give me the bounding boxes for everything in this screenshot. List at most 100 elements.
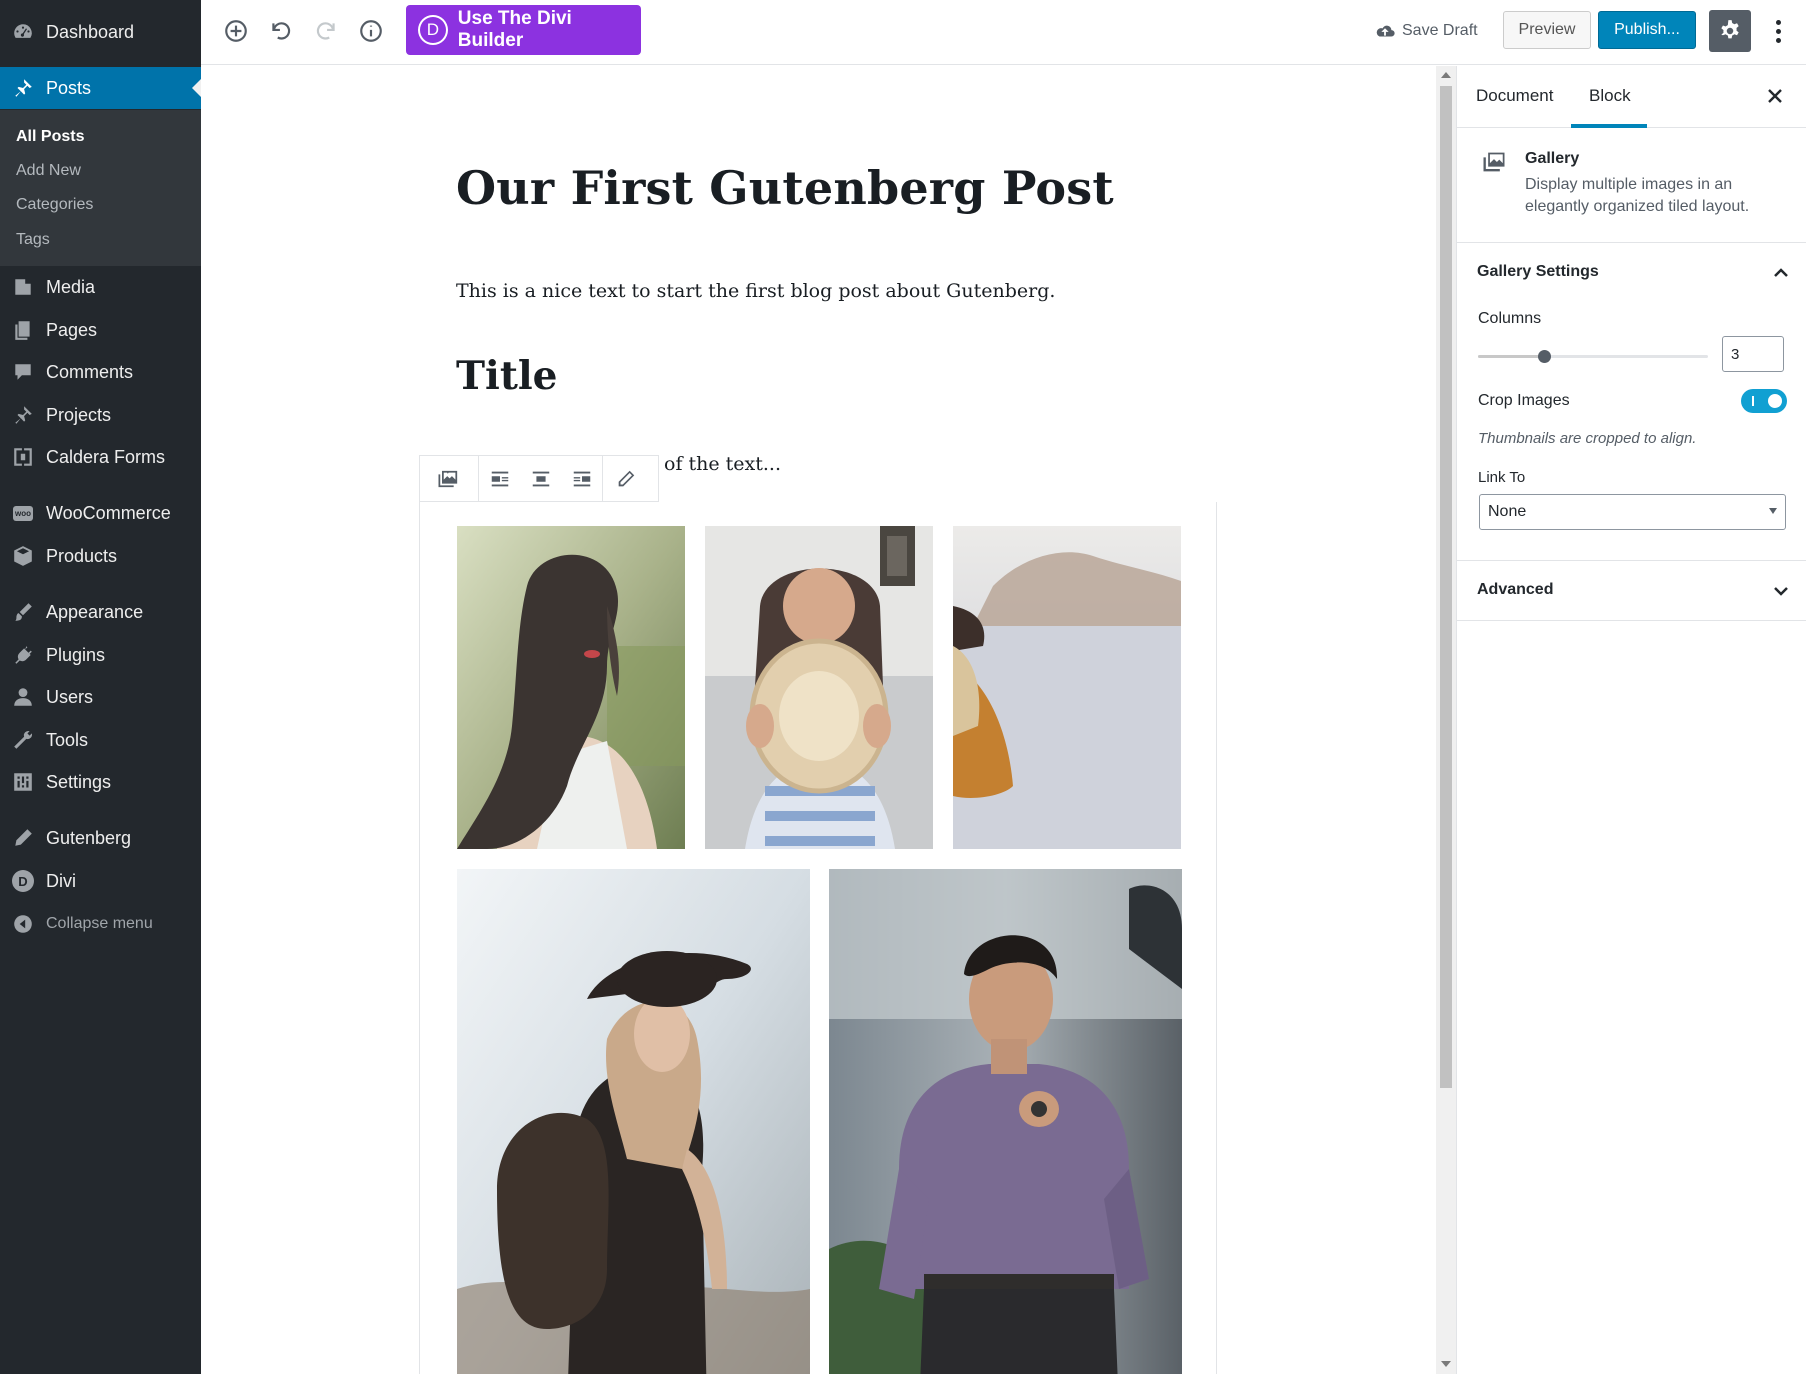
align-left-button[interactable]	[479, 456, 520, 501]
block-toolbar	[419, 455, 659, 502]
more-options-button[interactable]	[1765, 14, 1791, 48]
publish-button[interactable]: Publish...	[1598, 11, 1696, 49]
submenu-add-new[interactable]: Add New	[16, 162, 81, 180]
menu-label: WooCommerce	[46, 502, 171, 523]
close-sidebar-button[interactable]	[1761, 82, 1789, 110]
gallery-image-lake-landscape[interactable]	[953, 526, 1181, 849]
gallery-icon	[1480, 148, 1508, 176]
menu-label: Posts	[46, 77, 92, 98]
heading-block[interactable]: Title	[456, 353, 557, 399]
paragraph-visible-text: of the text...	[664, 453, 782, 475]
submenu-tags[interactable]: Tags	[16, 231, 50, 249]
menu-item-comments[interactable]: Comments	[0, 351, 201, 393]
editor-scrollbar[interactable]	[1436, 66, 1456, 1374]
photo-man-in-shirt	[829, 869, 1182, 1374]
paintbrush-icon	[11, 600, 35, 624]
plug-icon	[11, 643, 35, 667]
collapse-menu-button[interactable]: Collapse menu	[0, 903, 201, 945]
scrollbar-thumb[interactable]	[1440, 86, 1452, 1088]
redo-icon[interactable]	[311, 16, 341, 46]
menu-item-users[interactable]: Users	[0, 676, 201, 718]
gallery-block[interactable]	[419, 502, 1217, 1374]
menu-item-woocommerce[interactable]: woo WooCommerce	[0, 492, 201, 534]
slider-handle[interactable]	[1538, 350, 1551, 363]
user-icon	[11, 685, 35, 709]
gallery-image-woman-with-hat[interactable]	[705, 526, 933, 849]
link-to-select[interactable]: None	[1479, 494, 1786, 530]
save-draft-button[interactable]: Save Draft	[1374, 14, 1478, 48]
columns-range-slider[interactable]	[1478, 349, 1708, 365]
align-right-icon	[573, 471, 590, 486]
menu-item-posts[interactable]: Posts	[0, 67, 201, 109]
posts-submenu: All Posts Add New Categories Tags	[0, 110, 201, 266]
gallery-icon	[438, 470, 458, 487]
gallery-image-woman-with-backpack[interactable]	[457, 869, 810, 1374]
post-title[interactable]: Our First Gutenberg Post	[456, 161, 1114, 215]
panel-title: Gallery Settings	[1477, 263, 1599, 280]
pushpin-icon	[11, 76, 35, 100]
add-block-icon[interactable]	[221, 16, 251, 46]
block-card-title: Gallery	[1525, 150, 1580, 167]
menu-label: Media	[46, 276, 96, 297]
block-card-description: Display multiple images in an elegantly …	[1525, 176, 1750, 215]
menu-item-dashboard[interactable]: Dashboard	[0, 11, 201, 53]
align-right-button[interactable]	[561, 456, 602, 501]
settings-toggle-button[interactable]	[1709, 10, 1751, 52]
tab-block[interactable]: Block	[1589, 86, 1631, 106]
menu-label: Gutenberg	[46, 827, 132, 848]
woo-badge: woo	[13, 505, 33, 521]
edit-gallery-button[interactable]	[603, 456, 649, 501]
sidebar-tabs: Document Block	[1457, 66, 1806, 128]
pages-icon	[11, 318, 35, 342]
comment-bubble-icon	[11, 360, 35, 384]
crop-images-toggle[interactable]	[1741, 389, 1787, 413]
toggle-knob	[1768, 394, 1782, 408]
undo-icon[interactable]	[266, 16, 296, 46]
scroll-down-arrow[interactable]	[1441, 1361, 1451, 1367]
change-block-type-button[interactable]	[420, 456, 478, 501]
menu-item-divi[interactable]: D Divi	[0, 860, 201, 902]
gear-icon	[1721, 20, 1739, 39]
divi-logo-icon: D	[11, 869, 35, 893]
gallery-image-man-in-shirt[interactable]	[829, 869, 1182, 1374]
menu-item-tools[interactable]: Tools	[0, 719, 201, 761]
menu-item-products[interactable]: Products	[0, 535, 201, 577]
gallery-image-woman-long-hair[interactable]	[457, 526, 685, 849]
menu-item-gutenberg[interactable]: Gutenberg	[0, 817, 201, 859]
collapse-arrow-icon	[11, 912, 35, 936]
align-center-button[interactable]	[520, 456, 561, 501]
menu-item-appearance[interactable]: Appearance	[0, 591, 201, 633]
chevron-down-icon	[1769, 508, 1777, 514]
menu-label: Settings	[46, 771, 112, 792]
info-icon[interactable]	[356, 16, 386, 46]
pencil-icon	[11, 826, 35, 850]
paragraph-block[interactable]: This is a nice text to start the first b…	[456, 280, 1055, 302]
submenu-categories[interactable]: Categories	[16, 196, 93, 214]
menu-item-caldera-forms[interactable]: Caldera Forms	[0, 436, 201, 478]
menu-item-plugins[interactable]: Plugins	[0, 634, 201, 676]
tab-document[interactable]: Document	[1476, 86, 1553, 106]
divi-logo-icon: D	[418, 15, 448, 45]
submenu-all-posts[interactable]: All Posts	[16, 128, 84, 146]
menu-label: Users	[46, 686, 94, 707]
scroll-up-arrow[interactable]	[1441, 72, 1451, 78]
align-center-icon	[532, 471, 549, 486]
columns-label: Columns	[1478, 310, 1542, 327]
product-box-icon	[11, 544, 35, 568]
gallery-settings-panel-toggle[interactable]: Gallery Settings	[1457, 243, 1806, 303]
menu-item-pages[interactable]: Pages	[0, 309, 201, 351]
caldera-forms-icon	[11, 445, 35, 469]
columns-number-input[interactable]	[1722, 336, 1784, 372]
block-card: Gallery Display multiple images in an el…	[1457, 128, 1806, 243]
preview-button[interactable]: Preview	[1503, 11, 1591, 49]
menu-item-settings[interactable]: Settings	[0, 761, 201, 803]
photo-woman-long-hair	[457, 526, 685, 849]
menu-label: Caldera Forms	[46, 446, 166, 467]
menu-item-projects[interactable]: Projects	[0, 394, 201, 436]
save-draft-label: Save Draft	[1402, 22, 1478, 39]
menu-item-media[interactable]: Media	[0, 266, 201, 308]
slider-fill	[1478, 355, 1544, 358]
menu-label: Products	[46, 545, 118, 566]
use-divi-builder-button[interactable]: D Use The Divi Builder	[406, 5, 641, 55]
advanced-panel-toggle[interactable]: Advanced	[1457, 561, 1806, 621]
